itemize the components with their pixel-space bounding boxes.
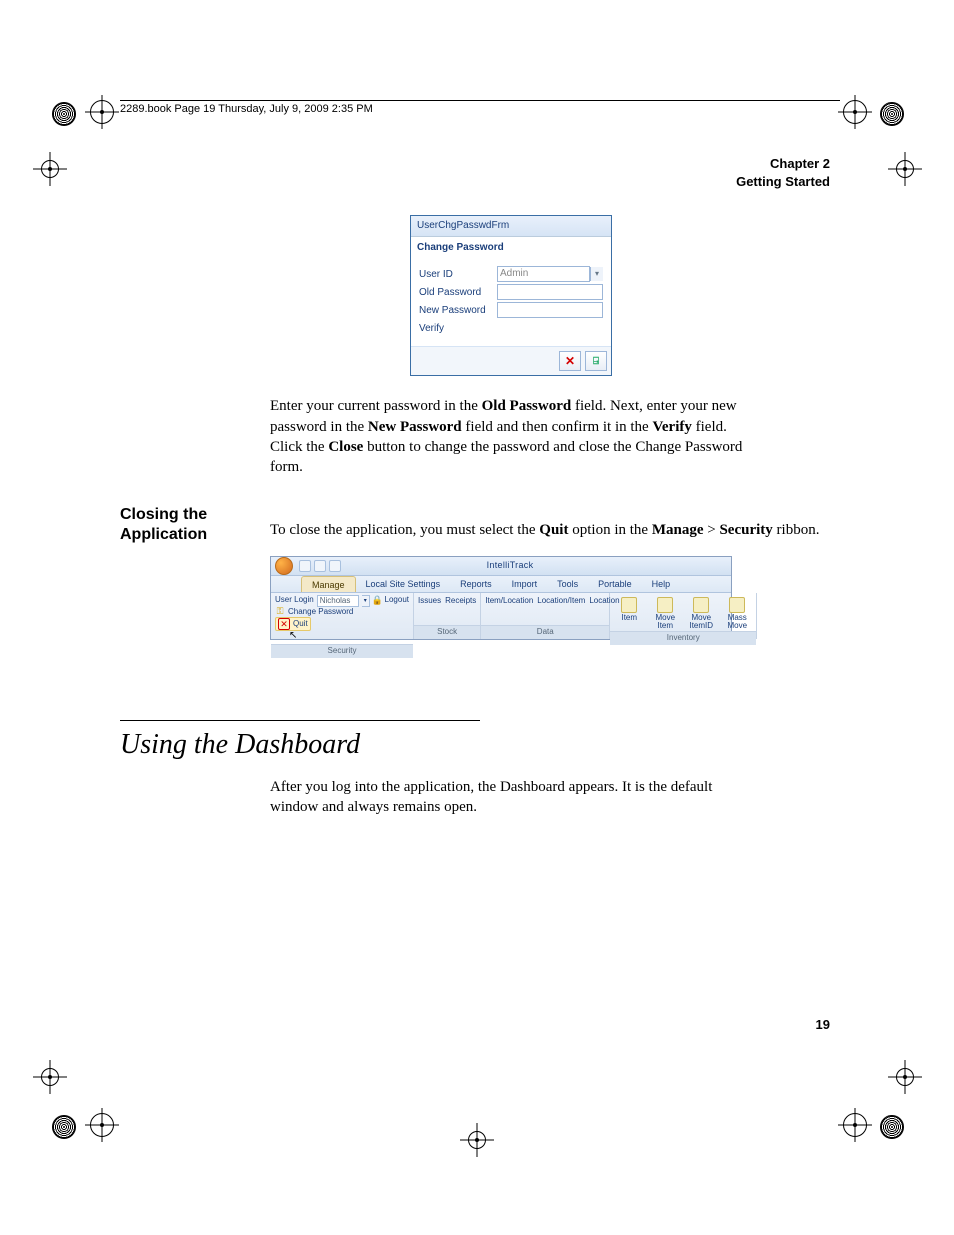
chapter-header: Chapter 2 Getting Started bbox=[120, 155, 840, 191]
paragraph-closing-app: To close the application, you must selec… bbox=[270, 520, 840, 540]
logout-button[interactable]: 🔒Logout bbox=[373, 595, 409, 605]
location-item-button[interactable]: Location/Item bbox=[537, 597, 585, 606]
exit-button[interactable]: ⍈ bbox=[585, 351, 607, 371]
old-password-label: Old Password bbox=[419, 286, 497, 300]
move-itemid-button[interactable]: Move ItemID bbox=[686, 597, 716, 632]
change-password-dialog: UserChgPasswdFrm Change Password User ID… bbox=[410, 215, 612, 376]
quick-access-toolbar[interactable] bbox=[299, 560, 341, 572]
crosshair-mark bbox=[888, 152, 922, 186]
paragraph-dashboard: After you log into the application, the … bbox=[270, 777, 760, 818]
crosshair-mark bbox=[33, 152, 67, 186]
tab-reports[interactable]: Reports bbox=[450, 576, 502, 592]
verify-label: Verify bbox=[419, 322, 497, 336]
dropdown-arrow-icon[interactable]: ▾ bbox=[590, 267, 603, 281]
crosshair-mark bbox=[85, 95, 119, 129]
header-rule bbox=[120, 100, 840, 101]
user-login-label: User Login bbox=[275, 595, 314, 605]
dropdown-arrow-icon[interactable]: ▾ bbox=[362, 595, 370, 607]
tab-tools[interactable]: Tools bbox=[547, 576, 588, 592]
userid-dropdown[interactable]: Admin bbox=[497, 266, 590, 282]
ribbon-screenshot: IntelliTrack Manage Local Site Settings … bbox=[270, 556, 732, 640]
tab-help[interactable]: Help bbox=[642, 576, 681, 592]
move-item-button[interactable]: Move Item bbox=[650, 597, 680, 632]
old-password-input[interactable] bbox=[497, 284, 603, 300]
page-number: 19 bbox=[120, 1017, 840, 1032]
crosshair-mark bbox=[838, 1108, 872, 1142]
key-icon: ⚿ bbox=[275, 607, 285, 617]
paragraph-old-password: Enter your current password in the Old P… bbox=[270, 396, 760, 477]
cursor-icon: ↖ bbox=[289, 629, 423, 642]
crosshair-mark bbox=[460, 1123, 494, 1157]
user-login-dropdown[interactable]: Nicholas bbox=[317, 595, 359, 607]
chapter-number: Chapter 2 bbox=[120, 155, 830, 173]
office-orb-icon[interactable] bbox=[275, 557, 293, 575]
crosshair-mark bbox=[888, 1060, 922, 1094]
tab-import[interactable]: Import bbox=[502, 576, 548, 592]
sidehead-closing-app: Closing the Application bbox=[120, 505, 270, 545]
new-password-input[interactable] bbox=[497, 302, 603, 318]
crosshair-mark bbox=[33, 1060, 67, 1094]
section-heading-dashboard: Using the Dashboard bbox=[120, 720, 480, 761]
mass-move-button[interactable]: Mass Move bbox=[722, 597, 752, 632]
item-button[interactable]: Item bbox=[614, 597, 644, 623]
receipts-button[interactable]: Receipts bbox=[445, 597, 476, 606]
group-label-data: Data bbox=[481, 625, 609, 639]
header-meta: 2289.book Page 19 Thursday, July 9, 2009… bbox=[120, 103, 840, 115]
registration-mark bbox=[52, 1115, 76, 1139]
dialog-heading: Change Password bbox=[411, 237, 611, 263]
new-password-label: New Password bbox=[419, 304, 497, 318]
registration-mark bbox=[880, 1115, 904, 1139]
dialog-titlebar: UserChgPasswdFrm bbox=[411, 216, 611, 237]
change-password-button[interactable]: ⚿ Change Password bbox=[275, 607, 409, 617]
app-title: IntelliTrack bbox=[299, 559, 721, 571]
tab-local-site-settings[interactable]: Local Site Settings bbox=[356, 576, 451, 592]
registration-mark bbox=[52, 102, 76, 126]
issues-button[interactable]: Issues bbox=[418, 597, 441, 606]
close-button[interactable]: ✕ bbox=[559, 351, 581, 371]
tab-portable[interactable]: Portable bbox=[588, 576, 642, 592]
userid-label: User ID bbox=[419, 268, 497, 282]
chapter-title: Getting Started bbox=[120, 173, 830, 191]
registration-mark bbox=[880, 102, 904, 126]
crosshair-mark bbox=[85, 1108, 119, 1142]
item-location-button[interactable]: Item/Location bbox=[485, 597, 533, 606]
group-label-security: Security bbox=[271, 644, 413, 658]
lock-icon: 🔒 bbox=[373, 596, 383, 606]
ribbon-tabs: Manage Local Site Settings Reports Impor… bbox=[271, 576, 731, 593]
group-label-stock: Stock bbox=[414, 625, 480, 639]
group-label-inventory: Inventory bbox=[610, 631, 756, 645]
crosshair-mark bbox=[838, 95, 872, 129]
tab-manage[interactable]: Manage bbox=[301, 576, 356, 592]
